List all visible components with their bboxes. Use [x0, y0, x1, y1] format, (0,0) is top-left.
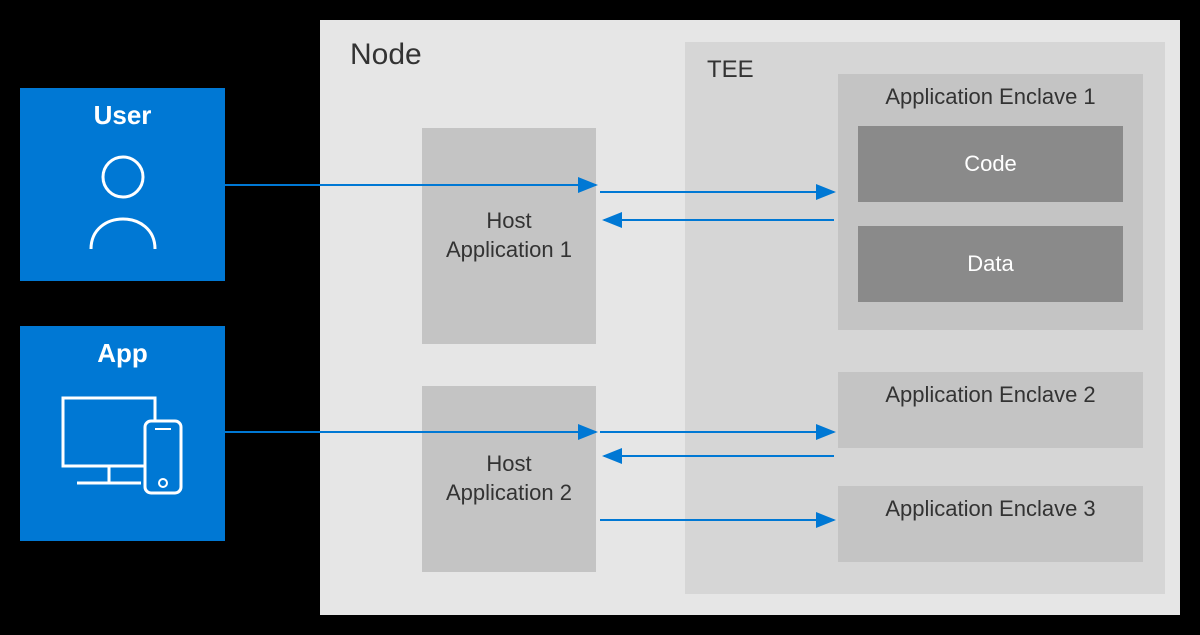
user-title: User [20, 100, 225, 131]
tee-label: TEE [707, 56, 754, 84]
app-title: App [20, 338, 225, 369]
app-devices-icon [20, 383, 225, 503]
host-application-1: Host Application 1 [422, 128, 596, 344]
enclave1-title: Application Enclave 1 [838, 84, 1143, 110]
enclave1-data: Data [858, 226, 1123, 302]
app-block: App [20, 326, 225, 541]
enclave1-code: Code [858, 126, 1123, 202]
application-enclave-3: Application Enclave 3 [838, 486, 1143, 562]
application-enclave-1: Application Enclave 1 Code Data [838, 74, 1143, 330]
user-block: User [20, 88, 225, 281]
host2-line1: Host [446, 450, 572, 479]
application-enclave-2: Application Enclave 2 [838, 372, 1143, 448]
user-icon [20, 149, 225, 253]
enclave2-title: Application Enclave 2 [885, 382, 1095, 408]
host1-line2: Application 1 [446, 236, 572, 265]
host1-line1: Host [446, 207, 572, 236]
node-label: Node [350, 38, 422, 72]
host2-line2: Application 2 [446, 479, 572, 508]
enclave3-title: Application Enclave 3 [885, 496, 1095, 522]
host-application-2: Host Application 2 [422, 386, 596, 572]
